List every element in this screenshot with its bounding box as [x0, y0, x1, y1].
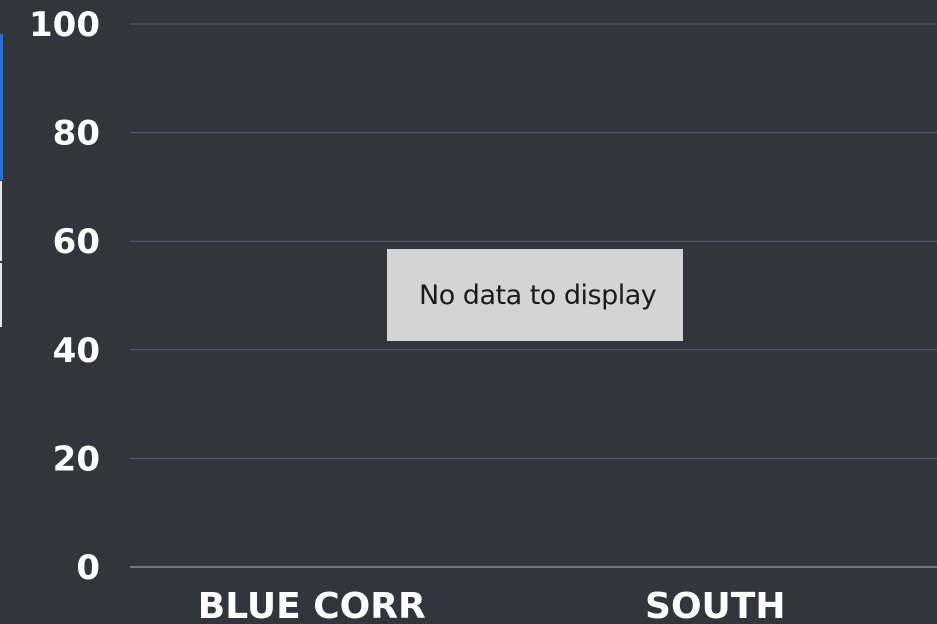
no-data-message-box: No data to display: [387, 249, 683, 341]
y-tick-label: 100: [29, 5, 100, 45]
x-category-label: SOUTH: [645, 586, 785, 624]
y-tick-label: 60: [53, 222, 100, 262]
chart-container: 0 20 40 60 80 100 BLUE CORR SOUTH No data to di…: [0, 0, 937, 624]
y-tick-label: 20: [53, 439, 100, 479]
y-tick-label: 80: [53, 114, 100, 154]
no-data-message: No data to display: [419, 279, 657, 311]
y-tick-label: 0: [76, 548, 100, 588]
x-category-label: BLUE CORR: [198, 586, 426, 624]
y-tick-label: 40: [53, 331, 100, 371]
